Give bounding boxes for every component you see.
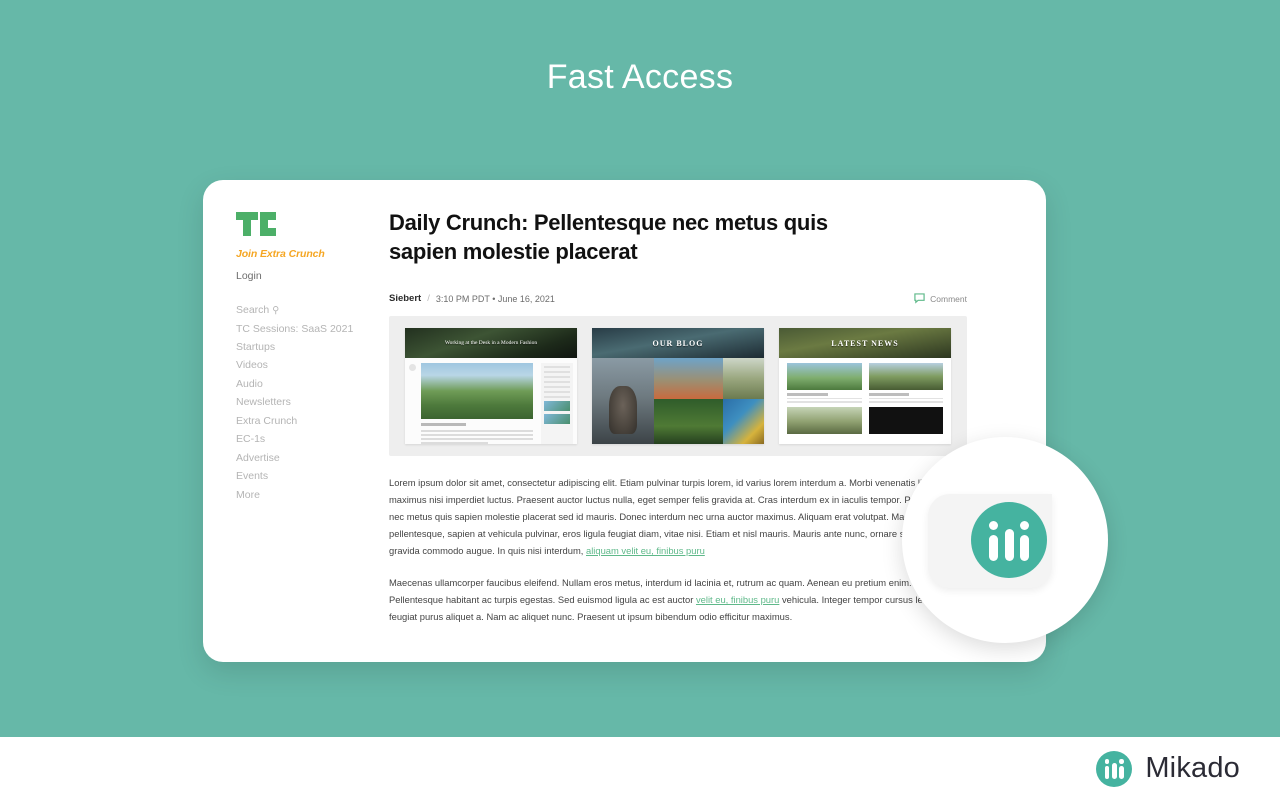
join-extra-crunch-link[interactable]: Join Extra Crunch: [236, 248, 366, 260]
template-gallery: Working at the Desk in a Modern Fashion: [389, 316, 967, 456]
techcrunch-tc-logo-icon: [236, 212, 276, 236]
sidebar-item-newsletters[interactable]: Newsletters: [236, 396, 366, 409]
sidebar-item-more[interactable]: More: [236, 489, 366, 502]
article-paragraph-2: Maecenas ullamcorper faucibus eleifend. …: [389, 574, 967, 625]
blog-template-preview-1[interactable]: Working at the Desk in a Modern Fashion: [405, 328, 577, 444]
brand-name: Mikado: [1145, 752, 1240, 784]
inline-link-2[interactable]: velit eu, finibus puru: [696, 594, 779, 605]
sidebar-item-label: Search: [236, 304, 270, 316]
sidebar-item-advertise[interactable]: Advertise: [236, 452, 366, 465]
byline: Siebert / 3:10 PM PDT • June 16, 2021 Co…: [389, 293, 967, 304]
sidebar: Join Extra Crunch Login Search ⚲ TC Sess…: [236, 212, 366, 507]
mikado-footer-logo-icon: [1096, 750, 1133, 787]
login-link[interactable]: Login: [236, 270, 366, 282]
search-icon[interactable]: ⚲: [272, 305, 279, 316]
comment-button[interactable]: Comment: [914, 293, 967, 304]
sidebar-item-extra-crunch[interactable]: Extra Crunch: [236, 415, 366, 428]
sidebar-nav-list: Search ⚲ TC Sessions: SaaS 2021 Startups…: [236, 304, 366, 502]
mikado-logo-icon[interactable]: [971, 502, 1047, 578]
byline-separator: /: [427, 293, 430, 304]
article-title: Daily Crunch: Pellentesque nec metus qui…: [389, 210, 828, 264]
article-paragraph-1: Lorem ipsum dolor sit amet, consectetur …: [389, 474, 967, 559]
comment-label: Comment: [930, 293, 967, 304]
inline-link-1[interactable]: aliquam velit eu, finibus puru: [586, 545, 705, 556]
footer: Mikado: [0, 737, 1280, 800]
article-body: Lorem ipsum dolor sit amet, consectetur …: [389, 474, 967, 625]
page-title: Fast Access: [546, 58, 734, 96]
thumb-2-hero-text: OUR BLOG: [652, 338, 704, 348]
sidebar-item-search[interactable]: Search ⚲: [236, 304, 366, 317]
sidebar-item-startups[interactable]: Startups: [236, 341, 366, 354]
article-timestamp: 3:10 PM PDT • June 16, 2021: [435, 293, 555, 304]
thumb-1-hero-text: Working at the Desk in a Modern Fashion: [444, 339, 538, 346]
sidebar-item-ec-1s[interactable]: EC-1s: [236, 433, 366, 446]
comment-bubble-icon: [914, 293, 925, 304]
blog-template-preview-2[interactable]: OUR BLOG: [592, 328, 764, 444]
sidebar-item-videos[interactable]: Videos: [236, 359, 366, 372]
sidebar-item-tc-sessions[interactable]: TC Sessions: SaaS 2021: [236, 323, 366, 335]
sidebar-item-audio[interactable]: Audio: [236, 378, 366, 391]
article-author[interactable]: Siebert: [389, 293, 421, 304]
thumb-3-hero-text: LATEST NEWS: [831, 338, 899, 348]
blog-template-preview-3[interactable]: LATEST NEWS: [779, 328, 951, 444]
slide-canvas: Fast Access Join Extra Crunch Login Sear…: [0, 0, 1280, 800]
sidebar-item-events[interactable]: Events: [236, 470, 366, 483]
